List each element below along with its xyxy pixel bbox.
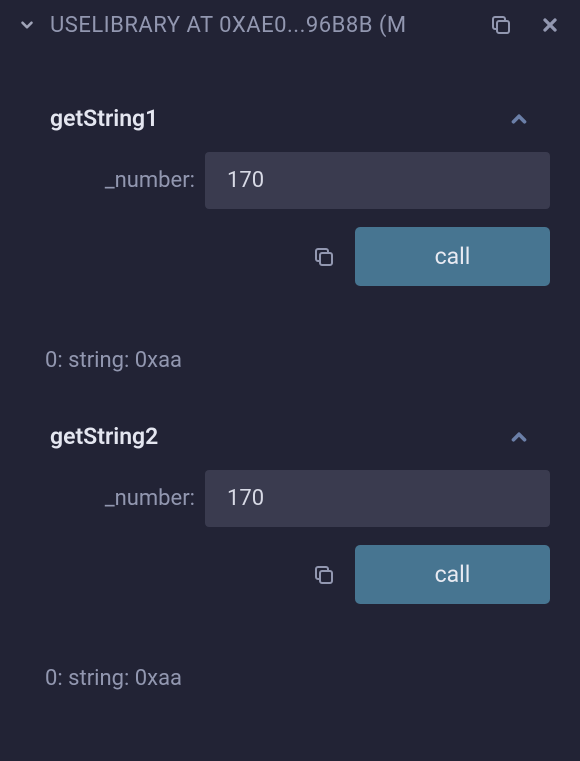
result-text: 0: string: 0xaa bbox=[30, 666, 550, 691]
panel-title: USELIBRARY AT 0XAE0...96B8B (M bbox=[50, 13, 474, 38]
function-block: getString2 _number: call 0: string: 0xaa bbox=[30, 423, 550, 691]
param-input[interactable] bbox=[205, 152, 550, 209]
action-row: call bbox=[30, 545, 550, 604]
param-label: _number: bbox=[30, 168, 205, 193]
call-button[interactable]: call bbox=[355, 545, 550, 604]
action-row: call bbox=[30, 227, 550, 286]
param-input[interactable] bbox=[205, 470, 550, 527]
copy-icon[interactable] bbox=[311, 562, 337, 588]
chevron-up-icon bbox=[508, 108, 530, 130]
function-block: getString1 _number: call 0: string: 0xaa bbox=[30, 105, 550, 373]
param-row: _number: bbox=[30, 152, 550, 209]
result-text: 0: string: 0xaa bbox=[30, 348, 550, 373]
param-label: _number: bbox=[30, 486, 205, 511]
param-row: _number: bbox=[30, 470, 550, 527]
function-name: getString2 bbox=[50, 423, 158, 450]
chevron-down-icon[interactable] bbox=[18, 16, 36, 34]
function-header[interactable]: getString2 bbox=[30, 423, 550, 470]
copy-icon[interactable] bbox=[311, 244, 337, 270]
function-header[interactable]: getString1 bbox=[30, 105, 550, 152]
function-name: getString1 bbox=[50, 105, 158, 132]
panel-header: USELIBRARY AT 0XAE0...96B8B (M bbox=[0, 0, 580, 50]
close-icon[interactable] bbox=[538, 13, 562, 37]
chevron-up-icon bbox=[508, 426, 530, 448]
copy-icon[interactable] bbox=[488, 12, 514, 38]
panel-body: getString1 _number: call 0: string: 0xaa bbox=[0, 50, 580, 761]
call-button[interactable]: call bbox=[355, 227, 550, 286]
